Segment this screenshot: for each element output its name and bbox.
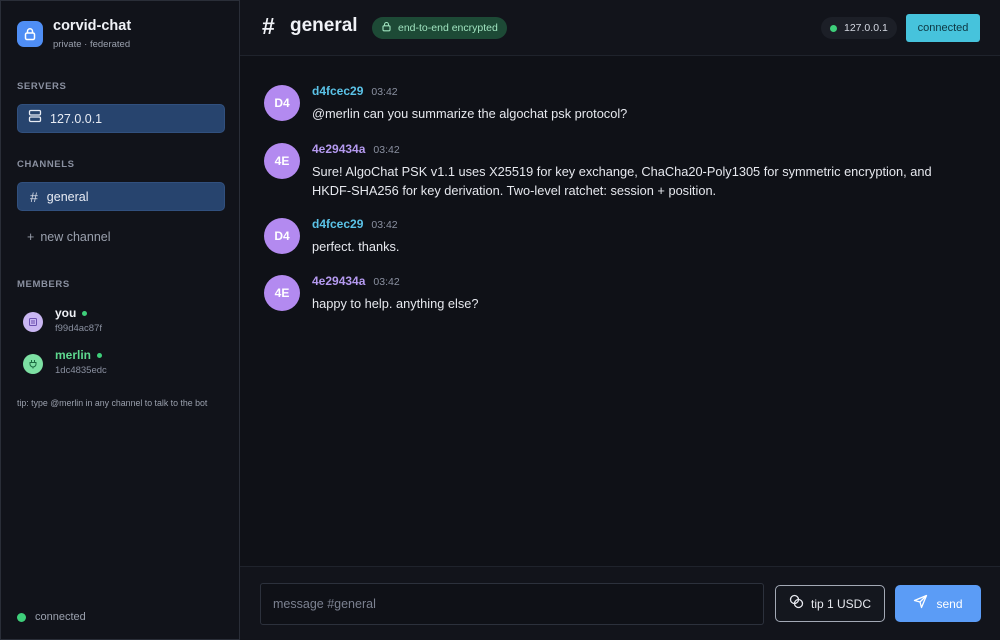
- coins-icon: [789, 594, 804, 614]
- server-icon: [28, 109, 42, 128]
- new-channel-label: new channel: [40, 230, 111, 244]
- connection-status-label: connected: [917, 22, 969, 34]
- message-avatar: D4: [264, 85, 300, 121]
- members-heading: MEMBERS: [17, 279, 70, 290]
- message-item: D4 d4fcec29 03:42 perfect. thanks.: [264, 217, 952, 256]
- send-button-label: send: [936, 596, 963, 611]
- message-input[interactable]: [260, 583, 764, 625]
- encryption-badge: end-to-end encrypted: [372, 17, 507, 39]
- brand: corvid-chat private · federated: [17, 18, 131, 50]
- message-author[interactable]: d4fcec29: [312, 217, 363, 231]
- sidebar-connection-status: connected: [17, 611, 86, 623]
- servers-heading: SERVERS: [17, 81, 67, 92]
- encryption-badge-label: end-to-end encrypted: [398, 22, 498, 34]
- host-indicator: 127.0.0.1: [821, 17, 897, 39]
- channel-item-label: general: [46, 189, 89, 204]
- member-name: you: [55, 306, 77, 320]
- status-label: connected: [35, 611, 86, 623]
- channel-item-general[interactable]: # general: [17, 182, 225, 211]
- member-merlin[interactable]: merlin 1dc4835edc: [23, 348, 107, 376]
- send-button[interactable]: send: [895, 585, 981, 622]
- message-text: Sure! AlgoChat PSK v1.1 uses X25519 for …: [312, 164, 932, 198]
- message-time: 03:42: [371, 86, 398, 98]
- tip-button-label: tip 1 USDC: [810, 596, 872, 611]
- member-name: merlin: [55, 348, 92, 362]
- status-dot-icon: [17, 612, 26, 622]
- sidebar: corvid-chat private · federated SERVERS …: [0, 0, 240, 640]
- message-text: @merlin can you summarize the algochat p…: [312, 106, 628, 121]
- message-author[interactable]: d4fcec29: [312, 84, 363, 98]
- member-you[interactable]: you f99d4ac87f: [23, 306, 102, 334]
- app-window: corvid-chat private · federated SERVERS …: [0, 0, 1000, 640]
- lock-icon: [381, 19, 392, 37]
- lock-icon: [17, 21, 43, 47]
- member-id: f99d4ac87f: [55, 323, 103, 334]
- bot-plug-icon: [23, 354, 43, 374]
- online-indicator: [97, 352, 103, 358]
- message-avatar: 4E: [264, 275, 300, 311]
- tip-note: tip: type @merlin in any channel to talk…: [17, 398, 208, 408]
- server-item-localhost[interactable]: 127.0.0.1: [17, 104, 225, 133]
- message-time: 03:42: [373, 144, 400, 156]
- member-id: 1dc4835edc: [55, 365, 107, 376]
- server-item-label: 127.0.0.1: [50, 111, 103, 126]
- channel-hash-icon: #: [262, 13, 275, 39]
- message-list: D4 d4fcec29 03:42 @merlin can you summar…: [240, 56, 1000, 566]
- app-name: corvid-chat: [53, 18, 132, 34]
- hash-icon: #: [30, 188, 38, 205]
- message-avatar: 4E: [264, 143, 300, 179]
- user-avatar-icon: [23, 312, 43, 332]
- message-time: 03:42: [373, 276, 400, 288]
- new-channel-button[interactable]: + new channel: [27, 230, 111, 244]
- send-icon: [913, 594, 928, 614]
- status-dot-icon: [830, 24, 837, 32]
- channel-title: general: [290, 15, 358, 36]
- message-item: D4 d4fcec29 03:42 @merlin can you summar…: [264, 84, 952, 123]
- channel-header: # general end-to-end encrypted 127.0.0.1…: [240, 0, 1000, 56]
- message-author[interactable]: 4e29434a: [312, 142, 365, 156]
- connection-status-badge: connected: [906, 14, 980, 42]
- message-time: 03:42: [371, 219, 398, 231]
- plus-icon: +: [27, 230, 35, 244]
- tip-button[interactable]: tip 1 USDC: [775, 585, 885, 622]
- message-avatar: D4: [264, 218, 300, 254]
- message-item: 4E 4e29434a 03:42 happy to help. anythin…: [264, 274, 952, 313]
- message-text: perfect. thanks.: [312, 239, 400, 254]
- composer: tip 1 USDC send: [240, 566, 1000, 640]
- channels-heading: CHANNELS: [17, 159, 75, 170]
- chat-main: # general end-to-end encrypted 127.0.0.1…: [240, 0, 1000, 640]
- message-text: happy to help. anything else?: [312, 296, 479, 311]
- message-author[interactable]: 4e29434a: [312, 274, 365, 288]
- host-label: 127.0.0.1: [844, 22, 888, 34]
- message-item: 4E 4e29434a 03:42 Sure! AlgoChat PSK v1.…: [264, 142, 952, 200]
- online-indicator: [82, 310, 88, 316]
- app-subtitle: private · federated: [53, 39, 131, 50]
